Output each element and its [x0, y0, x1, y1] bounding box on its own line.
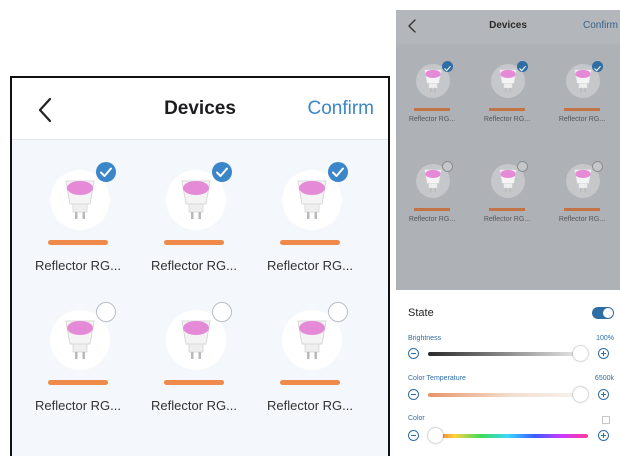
unchecked-circle-icon[interactable] — [212, 302, 232, 322]
device-color-bar — [564, 108, 600, 111]
device-name: Reflector RG... — [558, 216, 606, 223]
device-tile[interactable]: Reflector RG... — [139, 296, 249, 426]
device-color-bar — [280, 240, 340, 245]
dimmed-device-grid: Reflector RG... Reflector RG... Reflector … — [396, 44, 620, 290]
checkmark-icon[interactable] — [212, 162, 232, 182]
bulb-icon — [574, 69, 592, 93]
settings-sheet: State Brightness 100% Color Temperature … — [396, 290, 620, 456]
device-tile[interactable]: Reflector RG... — [396, 158, 468, 248]
bulb-icon — [424, 169, 442, 193]
device-color-bar — [48, 380, 108, 385]
device-name: Reflector RG... — [483, 216, 531, 223]
checkmark-icon[interactable] — [328, 162, 348, 182]
back-chevron-icon[interactable] — [34, 96, 58, 124]
brightness-minus-icon[interactable] — [408, 348, 419, 359]
unchecked-circle-icon[interactable] — [592, 161, 603, 172]
device-color-bar — [164, 380, 224, 385]
color-slider-thumb[interactable] — [428, 428, 443, 443]
device-tile[interactable]: Reflector RG... — [471, 158, 543, 248]
color-temperature-plus-icon[interactable] — [598, 389, 609, 400]
color-temperature-slider[interactable] — [428, 393, 588, 397]
toggle-knob — [603, 308, 613, 318]
bulb-icon — [499, 169, 517, 193]
color-checkbox[interactable] — [602, 416, 610, 424]
device-tile[interactable]: Reflector RG... — [23, 296, 133, 426]
confirm-button[interactable]: Confirm — [583, 20, 618, 31]
device-name: Reflector RG... — [35, 258, 121, 273]
brightness-slider-thumb[interactable] — [573, 346, 588, 361]
device-tile[interactable]: Reflector RG... — [255, 296, 365, 426]
device-name: Reflector RG... — [408, 116, 456, 123]
brightness-slider[interactable] — [428, 352, 588, 356]
bulb-icon — [181, 180, 211, 219]
bulb-icon — [499, 69, 517, 93]
device-name: Reflector RG... — [267, 258, 353, 273]
device-color-bar — [280, 380, 340, 385]
device-color-bar — [564, 208, 600, 211]
color-slider[interactable] — [428, 434, 588, 438]
checkmark-icon[interactable] — [592, 61, 603, 72]
devices-screen: Devices Confirm Reflector RG... Reflector… — [10, 76, 390, 456]
device-color-bar — [48, 240, 108, 245]
checkmark-icon[interactable] — [96, 162, 116, 182]
header: Devices Confirm — [396, 10, 620, 44]
device-color-bar — [414, 208, 450, 211]
header: Devices Confirm — [12, 78, 388, 140]
device-name: Reflector RG... — [267, 398, 353, 413]
device-name: Reflector RG... — [558, 116, 606, 123]
bulb-icon — [65, 180, 95, 219]
unchecked-circle-icon[interactable] — [328, 302, 348, 322]
device-tile[interactable]: Reflector RG... — [546, 158, 618, 248]
bulb-icon — [181, 320, 211, 359]
devices-screen-with-sheet: Devices Confirm Reflector RG... Reflector… — [396, 10, 620, 456]
device-tile[interactable]: Reflector RG... — [471, 58, 543, 148]
state-toggle[interactable] — [592, 307, 614, 319]
device-name: Reflector RG... — [35, 398, 121, 413]
state-label: State — [408, 307, 434, 319]
device-tile[interactable]: Reflector RG... — [255, 156, 365, 286]
unchecked-circle-icon[interactable] — [96, 302, 116, 322]
bulb-icon — [574, 169, 592, 193]
confirm-button[interactable]: Confirm — [307, 98, 374, 120]
device-name: Reflector RG... — [151, 398, 237, 413]
bulb-icon — [297, 180, 327, 219]
device-color-bar — [164, 240, 224, 245]
device-name: Reflector RG... — [408, 216, 456, 223]
brightness-value: 100% — [596, 335, 614, 342]
color-temperature-slider-thumb[interactable] — [573, 387, 588, 402]
device-name: Reflector RG... — [483, 116, 531, 123]
color-plus-icon[interactable] — [598, 430, 609, 441]
bulb-icon — [297, 320, 327, 359]
device-tile[interactable]: Reflector RG... — [546, 58, 618, 148]
device-color-bar — [414, 108, 450, 111]
color-label: Color — [408, 415, 425, 422]
checkmark-icon[interactable] — [517, 61, 528, 72]
device-color-bar — [489, 208, 525, 211]
device-tile[interactable]: Reflector RG... — [396, 58, 468, 148]
color-temperature-value: 6500k — [594, 375, 614, 382]
unchecked-circle-icon[interactable] — [517, 161, 528, 172]
unchecked-circle-icon[interactable] — [442, 161, 453, 172]
device-tile[interactable]: Reflector RG... — [23, 156, 133, 286]
device-color-bar — [489, 108, 525, 111]
color-temperature-minus-icon[interactable] — [408, 389, 419, 400]
color-temperature-label: Color Temperature — [408, 375, 466, 382]
bulb-icon — [424, 69, 442, 93]
brightness-plus-icon[interactable] — [598, 348, 609, 359]
device-name: Reflector RG... — [151, 258, 237, 273]
brightness-label: Brightness — [408, 335, 442, 342]
device-tile[interactable]: Reflector RG... — [139, 156, 249, 286]
color-minus-icon[interactable] — [408, 430, 419, 441]
checkmark-icon[interactable] — [442, 61, 453, 72]
bulb-icon — [65, 320, 95, 359]
